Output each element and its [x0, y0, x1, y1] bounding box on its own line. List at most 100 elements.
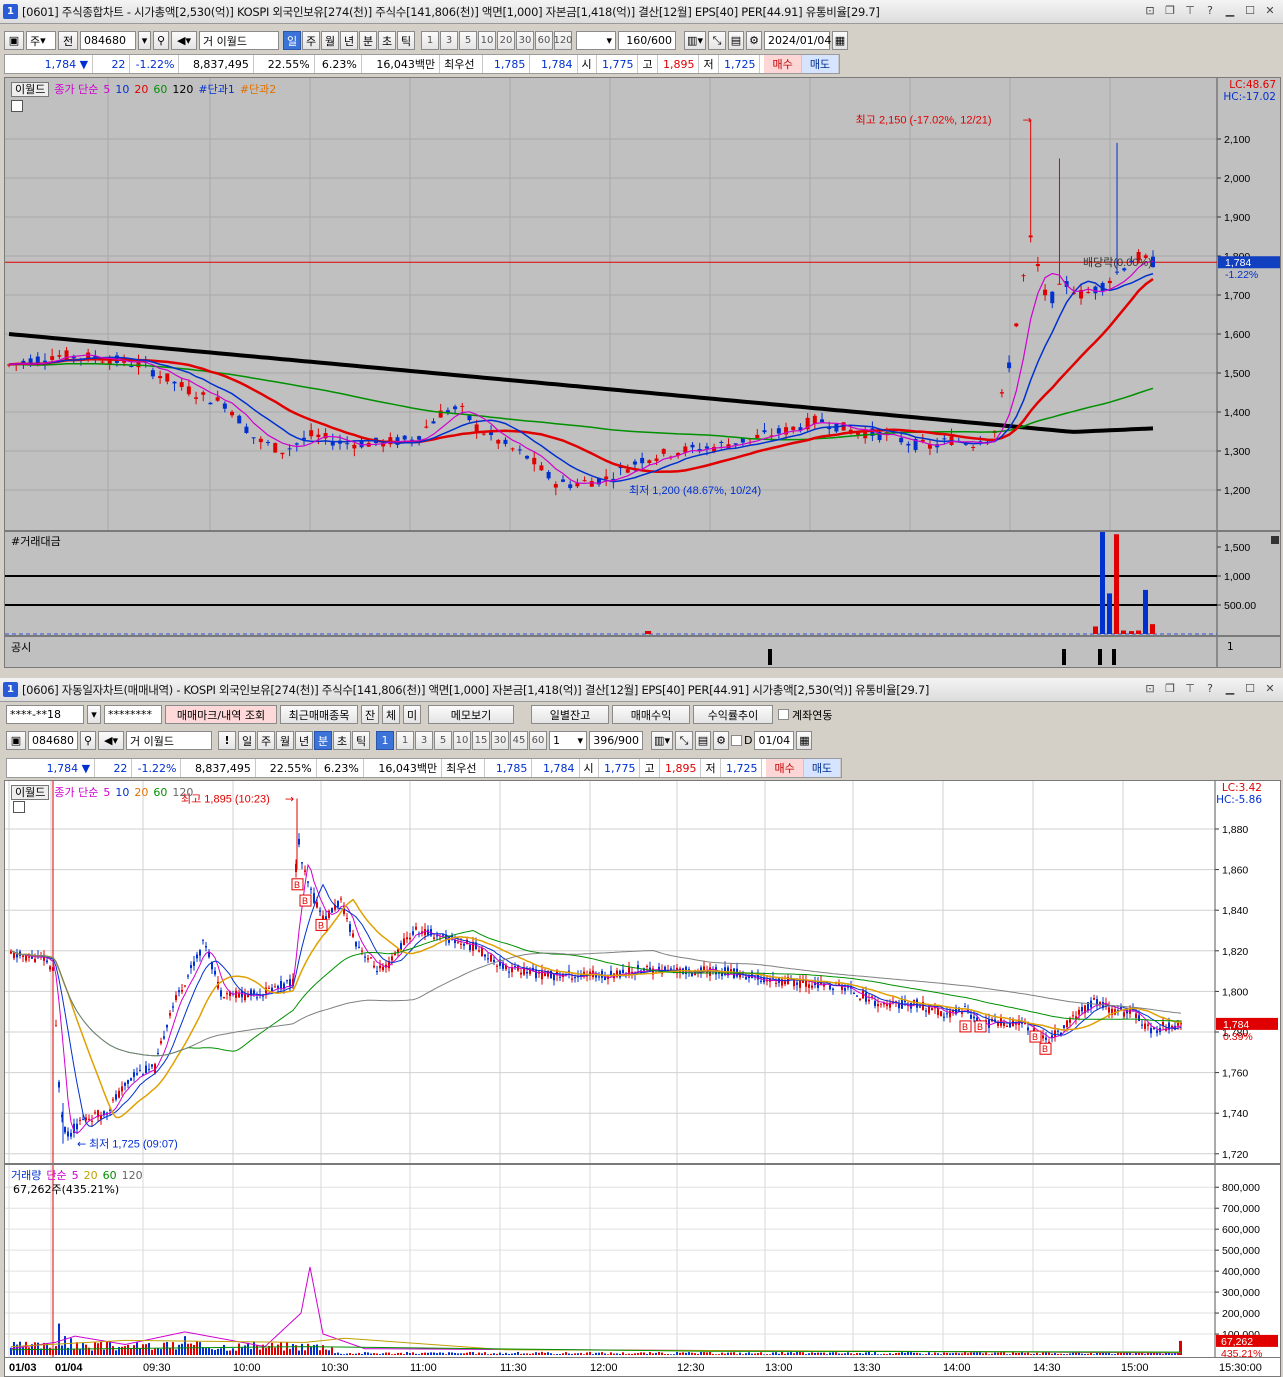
minute-button-3[interactable]: 10: [453, 731, 471, 750]
period-tab-5[interactable]: 초: [378, 31, 396, 50]
market-select[interactable]: 주 ▾: [26, 31, 56, 50]
minute-selected-button[interactable]: 1: [376, 731, 394, 750]
minute-button-2[interactable]: 5: [459, 31, 477, 50]
help-icon[interactable]: ?: [1203, 682, 1217, 696]
minute-button-3[interactable]: 10: [478, 31, 496, 50]
help-icon[interactable]: ?: [1203, 4, 1217, 18]
calendar-icon[interactable]: ▦: [796, 731, 813, 750]
period-tab-1[interactable]: 주: [257, 731, 275, 750]
minute-price-chart[interactable]: 1,880 1,860 1,840 1,820 1,800 1,780 1,760 1,740…: [4, 780, 1281, 1164]
sound-icon[interactable]: ◀▾: [171, 31, 197, 50]
tool-icon[interactable]: ⤡: [675, 731, 693, 750]
search-icon[interactable]: ⚲: [153, 31, 169, 50]
tool-icon[interactable]: ⤡: [708, 31, 726, 50]
maximize-icon[interactable]: ☐: [1243, 682, 1257, 696]
search-icon[interactable]: ⚲: [80, 731, 96, 750]
pin-icon[interactable]: ⊤: [1183, 682, 1197, 696]
recent-trades-button[interactable]: 최근매매종목: [280, 705, 358, 724]
stock-name-field-2[interactable]: 거 이월드: [126, 731, 212, 750]
code-input[interactable]: 084680: [80, 31, 136, 50]
grid-toggle-icon[interactable]: [13, 801, 25, 813]
trade-amount-panel[interactable]: 1,500 1,000 500.00 #거래대금: [4, 531, 1281, 636]
date-field[interactable]: 2024/01/04: [764, 31, 831, 50]
period-tab-0[interactable]: 일: [238, 731, 256, 750]
minute-button-2[interactable]: 5: [434, 731, 452, 750]
daily-price-chart[interactable]: 2,1002,0001,9001,8001,7001,6001,5001,400…: [4, 77, 1281, 531]
unit-select[interactable]: ▾: [576, 31, 616, 50]
minute-button-5[interactable]: 30: [516, 31, 534, 50]
trade-mark-button[interactable]: 매매마크/내역 조회: [165, 705, 277, 724]
layout-icon[interactable]: ⊡: [1143, 682, 1157, 696]
minute-button-1[interactable]: 3: [440, 31, 458, 50]
period-tab-6[interactable]: 틱: [397, 31, 415, 50]
memo-button[interactable]: 메모보기: [428, 705, 514, 724]
d-checkbox[interactable]: [731, 735, 742, 746]
minute-button-0[interactable]: 1: [421, 31, 439, 50]
date-field-2[interactable]: 01/04: [754, 731, 795, 750]
candle-icon[interactable]: ▥▾: [684, 31, 706, 50]
minute-button-7[interactable]: 60: [529, 731, 547, 750]
minute-button-4[interactable]: 20: [497, 31, 515, 50]
grid-toggle-icon[interactable]: [11, 100, 23, 112]
sound-icon[interactable]: ◀▾: [98, 731, 124, 750]
count-field-2[interactable]: 396/900: [589, 731, 643, 750]
unit-select-2[interactable]: 1 ▾: [549, 731, 587, 750]
stock-name-field[interactable]: 거 이월드: [199, 31, 279, 50]
save-icon[interactable]: ▤: [695, 731, 711, 750]
period-tab-0[interactable]: 일: [283, 31, 301, 50]
minute-button-7[interactable]: 120: [553, 31, 573, 50]
unfilled-button[interactable]: 미: [403, 705, 421, 724]
maximize-icon[interactable]: ☐: [1243, 4, 1257, 18]
window-titlebar-2[interactable]: 1 [0606] 자동일자차트(매매내역) - KOSPI 외국인보유[274(…: [0, 678, 1283, 702]
minute-button-6[interactable]: 60: [535, 31, 553, 50]
count-field[interactable]: 160/600: [618, 31, 676, 50]
period-tab-3[interactable]: 년: [340, 31, 358, 50]
gear-icon[interactable]: ⚙: [746, 31, 762, 50]
close-icon[interactable]: ✕: [1263, 682, 1277, 696]
period-tab-4[interactable]: 분: [359, 31, 377, 50]
account-input[interactable]: ****-**18: [6, 705, 84, 724]
pin-icon[interactable]: ⊤: [1183, 4, 1197, 18]
dropdown-icon[interactable]: ▾: [138, 31, 151, 50]
minute-button-6[interactable]: 45: [510, 731, 528, 750]
account-link-checkbox[interactable]: [778, 709, 789, 720]
copy-icon[interactable]: ❐: [1163, 682, 1177, 696]
minute-button-0[interactable]: 1: [396, 731, 414, 750]
balance-button[interactable]: 잔: [361, 705, 379, 724]
buy-button[interactable]: 매수: [764, 55, 802, 73]
return-trend-button[interactable]: 수익률추이: [693, 705, 773, 724]
period-tab-1[interactable]: 주: [302, 31, 320, 50]
alert-icon[interactable]: !: [218, 731, 236, 750]
password-input[interactable]: ********: [104, 705, 162, 724]
notice-panel[interactable]: 공시 1: [4, 636, 1281, 668]
daily-balance-button[interactable]: 일별잔고: [531, 705, 609, 724]
trade-profit-button[interactable]: 매매수익: [612, 705, 690, 724]
minimize-icon[interactable]: ▁: [1223, 682, 1237, 696]
period-tab-5[interactable]: 초: [333, 731, 351, 750]
minute-button-1[interactable]: 3: [415, 731, 433, 750]
prev-button[interactable]: 전: [58, 31, 78, 50]
gear-icon[interactable]: ⚙: [713, 731, 729, 750]
filled-button[interactable]: 체: [382, 705, 400, 724]
period-tab-4[interactable]: 분: [314, 731, 332, 750]
account-dropdown-icon[interactable]: ▾: [87, 705, 101, 724]
minimize-icon[interactable]: ▁: [1223, 4, 1237, 18]
minute-button-4[interactable]: 15: [472, 731, 490, 750]
layout-icon[interactable]: ⊡: [1143, 4, 1157, 18]
sell-button[interactable]: 매도: [803, 759, 842, 777]
code-input-2[interactable]: 084680: [28, 731, 78, 750]
period-tab-2[interactable]: 월: [276, 731, 294, 750]
buy-button[interactable]: 매수: [766, 759, 804, 777]
chart-type-icon[interactable]: ▣: [6, 731, 26, 750]
save-icon[interactable]: ▤: [728, 31, 744, 50]
close-icon[interactable]: ✕: [1263, 4, 1277, 18]
period-tab-2[interactable]: 월: [321, 31, 339, 50]
chart-type-icon[interactable]: ▣: [4, 31, 24, 50]
calendar-icon[interactable]: ▦: [832, 31, 848, 50]
period-tab-6[interactable]: 틱: [352, 731, 370, 750]
window-titlebar[interactable]: 1 [0601] 주식종합차트 - 시가총액[2,530(억)] KOSPI 외…: [0, 0, 1283, 24]
copy-icon[interactable]: ❐: [1163, 4, 1177, 18]
minute-button-5[interactable]: 30: [491, 731, 509, 750]
candle-icon[interactable]: ▥▾: [651, 731, 673, 750]
minute-volume-panel[interactable]: 800,000 700,000 600,000 500,000 400,000 300,0…: [4, 1164, 1281, 1358]
